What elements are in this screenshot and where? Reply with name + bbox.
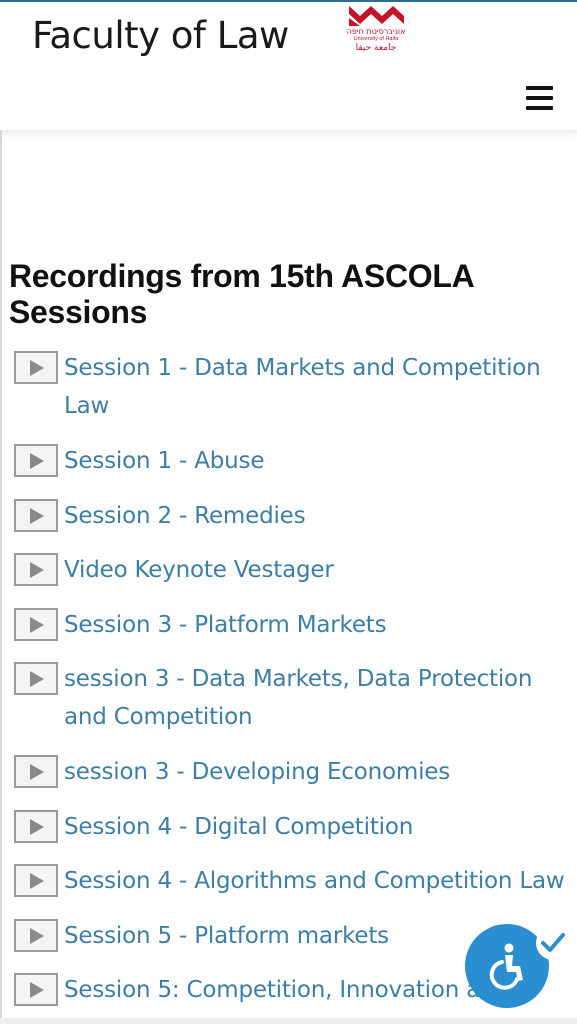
session-link[interactable]: Session 4 - Digital Competition [64,808,572,846]
session-link[interactable]: Session 1 - Abuse [64,442,572,480]
play-icon[interactable] [14,499,58,532]
wheelchair-accessibility-icon [489,943,523,990]
play-icon[interactable] [14,608,58,641]
play-icon[interactable] [14,351,58,384]
session-link[interactable]: Session 1 - Data Markets and Competition… [64,349,572,425]
play-icon[interactable] [14,810,58,843]
session-list: Session 1 - Data Markets and Competition… [0,0,577,1024]
play-icon[interactable] [14,444,58,477]
play-icon[interactable] [14,973,58,1006]
accessibility-badge [536,926,570,960]
session-link[interactable]: session 3 - Developing Economies [64,753,572,791]
session-link[interactable]: Video Keynote Vestager [64,551,572,589]
page: Faculty of Law אוניברסיטת חיפה Universit… [0,0,577,1024]
bottom-border [0,1018,577,1024]
play-icon[interactable] [14,553,58,586]
play-icon[interactable] [14,662,58,695]
session-link[interactable]: session 3 - Data Markets, Data Protectio… [64,660,572,736]
play-icon[interactable] [14,864,58,897]
play-icon[interactable] [14,755,58,788]
checkmark-icon [541,933,565,952]
session-link[interactable]: Session 2 - Remedies [64,497,572,535]
session-link[interactable]: Session 3 - Platform Markets [64,606,572,644]
session-link[interactable]: Session 4 - Algorithms and Competition L… [64,862,572,900]
play-icon[interactable] [14,919,58,952]
